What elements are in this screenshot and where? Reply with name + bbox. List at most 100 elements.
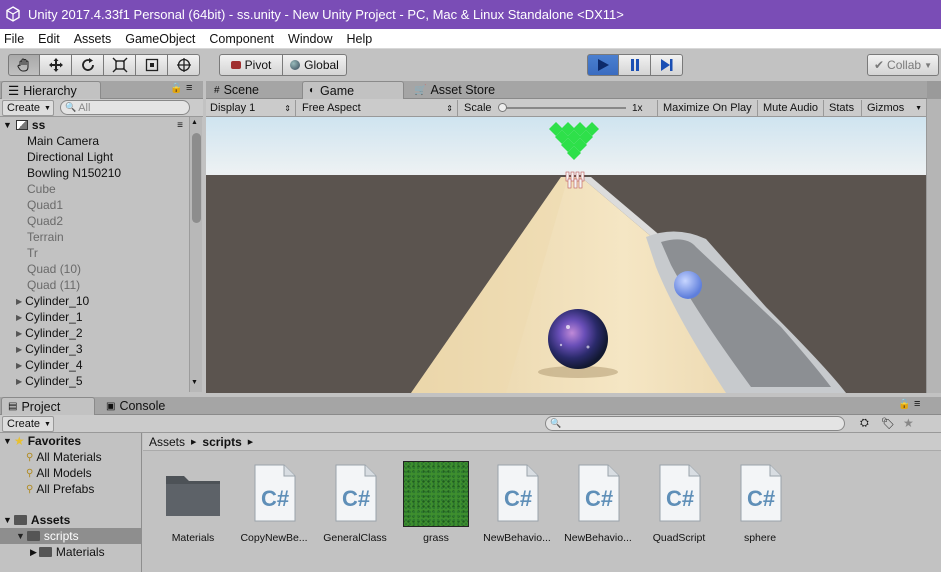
pause-button[interactable] (619, 54, 651, 76)
hierarchy-item[interactable]: Quad1 (0, 197, 63, 213)
menu-window[interactable]: Window (288, 32, 332, 46)
hierarchy-item[interactable]: Directional Light (0, 149, 113, 165)
hierarchy-create-button[interactable]: Create ▼ (2, 100, 54, 116)
panel-menu-icon[interactable]: ≡ (914, 398, 920, 410)
favorite-all-materials[interactable]: ⚲ All Materials (26, 449, 102, 465)
rect-tool-button[interactable] (136, 54, 168, 76)
menu-component[interactable]: Component (209, 32, 274, 46)
display-dropdown[interactable]: Display 1 ⇕ (206, 100, 296, 116)
gizmos-dropdown[interactable]: Gizmos ▼ (864, 100, 926, 116)
hierarchy-item[interactable]: Tr (0, 245, 38, 261)
asset-item[interactable]: C# QuadScript (639, 458, 719, 548)
lock-icon[interactable]: 🔒 (898, 399, 910, 410)
expand-arrow-icon: ▼ (3, 436, 12, 446)
hierarchy-item[interactable]: Quad2 (0, 213, 63, 229)
hierarchy-item[interactable]: Terrain (0, 229, 64, 245)
hierarchy-item[interactable]: ▶ Cylinder_10 (0, 293, 89, 309)
rotate-tool-button[interactable] (72, 54, 104, 76)
expand-arrow-icon[interactable]: ▶ (16, 361, 22, 370)
pivot-button[interactable]: Pivot (219, 54, 283, 76)
scroll-up-icon[interactable]: ▲ (191, 119, 198, 126)
expand-arrow-icon[interactable]: ▶ (16, 345, 22, 354)
scene-menu-icon[interactable]: ≡ (177, 120, 183, 131)
lock-icon[interactable]: 🔒 (170, 83, 182, 94)
step-button[interactable] (651, 54, 683, 76)
project-create-button[interactable]: Create ▼ (2, 416, 54, 432)
scale-tool-button[interactable] (104, 54, 136, 76)
move-tool-button[interactable] (40, 54, 72, 76)
panel-menu-icon[interactable]: ≡ (186, 82, 192, 94)
breadcrumb-scripts[interactable]: scripts (202, 435, 241, 449)
asset-item[interactable]: C# CopyNewBe... (234, 458, 314, 548)
menu-help[interactable]: Help (346, 32, 372, 46)
hierarchy-item[interactable]: Quad (10) (0, 261, 81, 277)
asset-item[interactable]: C# GeneralClass (315, 458, 395, 548)
tab-game[interactable]: ◐ Game (302, 81, 404, 99)
expand-arrow-icon[interactable]: ▶ (16, 297, 22, 306)
game-viewport[interactable] (206, 117, 926, 393)
hierarchy-item[interactable]: ▶ Cylinder_3 (0, 341, 83, 357)
scrollbar-thumb[interactable] (192, 133, 201, 223)
scale-slider-track[interactable] (500, 107, 626, 109)
create-label: Create (7, 102, 41, 114)
scroll-down-icon[interactable]: ▼ (191, 379, 198, 386)
hierarchy-scrollbar[interactable]: ▲ ▼ (189, 117, 202, 392)
asset-item[interactable]: C# sphere (720, 458, 800, 548)
menu-gameobject[interactable]: GameObject (125, 32, 195, 46)
stats-toggle[interactable]: Stats (826, 100, 862, 116)
hierarchy-search-input[interactable]: 🔍 All (60, 100, 190, 115)
tab-scene[interactable]: # Scene (208, 81, 300, 99)
asset-item[interactable]: C# NewBehavio... (477, 458, 557, 548)
hierarchy-item[interactable]: Quad (11) (0, 277, 80, 293)
project-search-input[interactable]: 🔍 (545, 416, 845, 431)
transform-tool-button[interactable] (168, 54, 200, 76)
scale-slider-thumb[interactable] (498, 103, 507, 112)
hierarchy-item[interactable]: Cube (0, 181, 56, 197)
chevron-right-icon: ▶ (247, 438, 254, 446)
hierarchy-item[interactable]: ▶ Cylinder_1 (0, 309, 83, 325)
assets-root-row[interactable]: ▼ Assets (0, 512, 70, 528)
play-button[interactable] (587, 54, 619, 76)
tab-asset-store[interactable]: 🛒 Asset Store (408, 81, 518, 99)
scene-icon (15, 120, 28, 130)
fav-label: All Models (36, 466, 92, 480)
scene-row[interactable]: ▼ ss ≡ (0, 117, 189, 133)
tab-hierarchy[interactable]: ☰ Hierarchy (1, 81, 101, 99)
search-icon: ⚲ (26, 483, 34, 495)
csharp-script-icon: C# (335, 464, 377, 522)
filter-label-icon[interactable]: 🏷 (881, 417, 895, 430)
favorite-all-prefabs[interactable]: ⚲ All Prefabs (26, 481, 94, 497)
expand-arrow-icon[interactable]: ▶ (16, 377, 22, 386)
hand-tool-button[interactable] (8, 54, 40, 76)
menu-edit[interactable]: Edit (38, 32, 60, 46)
filter-type-icon[interactable]: ⛭ (860, 417, 869, 430)
tab-project[interactable]: ▤ Project (1, 397, 95, 415)
hierarchy-item[interactable]: ▶ Cylinder_5 (0, 373, 83, 389)
menu-assets[interactable]: Assets (74, 32, 112, 46)
tab-console[interactable]: ▣ Console (100, 397, 180, 415)
asset-item[interactable]: grass (396, 458, 476, 548)
menu-file[interactable]: File (4, 32, 24, 46)
asset-item[interactable]: Materials (153, 458, 233, 548)
tree-item-scripts[interactable]: ▼ scripts (0, 528, 141, 544)
favorite-star-icon[interactable]: ★ (903, 416, 914, 430)
favorites-row[interactable]: ▼ ★ Favorites (0, 433, 81, 449)
asset-item[interactable]: C# NewBehavio... (558, 458, 638, 548)
window-title: Unity 2017.4.33f1 Personal (64bit) - ss.… (28, 7, 624, 22)
expand-arrow-icon[interactable]: ▶ (16, 313, 22, 322)
hierarchy-item[interactable]: ▶ Cylinder_4 (0, 357, 83, 373)
hierarchy-item[interactable]: Bowling N150210 (0, 165, 121, 181)
collab-button[interactable]: ✔ Collab ▼ (867, 54, 939, 76)
expand-arrow-icon[interactable]: ▶ (16, 329, 22, 338)
store-icon: 🛒 (414, 84, 427, 96)
aspect-dropdown[interactable]: Free Aspect ⇕ (298, 100, 458, 116)
tree-item-materials[interactable]: ▶ Materials (0, 544, 105, 560)
hierarchy-item[interactable]: Main Camera (0, 133, 99, 149)
maximize-on-play-toggle[interactable]: Maximize On Play (660, 100, 758, 116)
mute-audio-toggle[interactable]: Mute Audio (760, 100, 824, 116)
global-button[interactable]: Global (283, 54, 347, 76)
favorite-all-models[interactable]: ⚲ All Models (26, 465, 92, 481)
scale-label: Scale (464, 102, 492, 114)
hierarchy-item[interactable]: ▶ Cylinder_2 (0, 325, 83, 341)
breadcrumb-assets[interactable]: Assets (149, 435, 185, 449)
